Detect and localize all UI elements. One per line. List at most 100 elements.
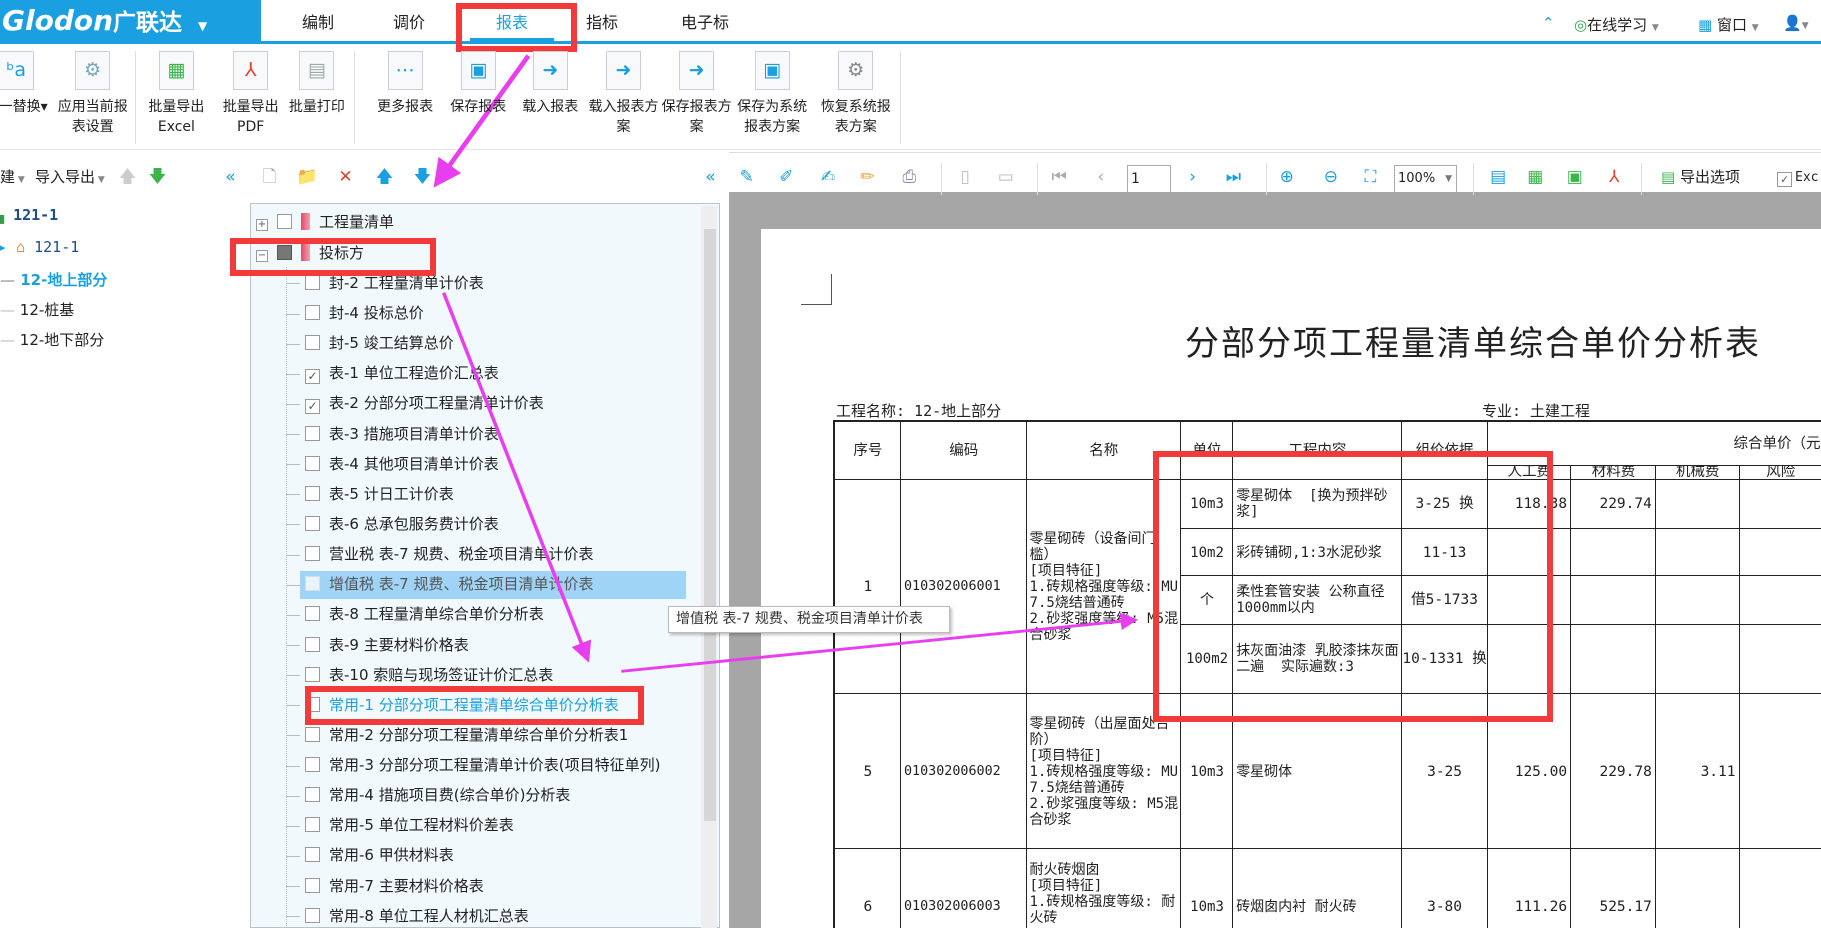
report-item[interactable]: 常用-2 分部分项工程量清单综合单价分析表1 (305, 725, 628, 746)
tree-node-project[interactable]: ▙ 121-1 (0, 206, 58, 224)
tree-node-unit-selected[interactable]: — 12-地上部分 (0, 269, 107, 290)
next-page-icon[interactable]: › (1181, 166, 1204, 189)
report-item[interactable]: 表-6 总承包服务费计价表 (305, 514, 499, 535)
new-report-icon[interactable]: 🗋 (258, 166, 281, 189)
expand-icon[interactable]: + (256, 219, 268, 232)
report-item[interactable]: 常用-5 单位工程材料价差表 (305, 815, 514, 836)
new-folder-icon[interactable]: 📁 (296, 166, 319, 189)
ribbon-button-11[interactable]: ⚙ 恢复系统报表方案 (819, 51, 893, 137)
fit-page-icon[interactable]: ⛶ (1359, 166, 1382, 189)
design-icon[interactable]: ✐ (775, 166, 798, 189)
page-setup-icon[interactable]: ✍ (817, 166, 840, 189)
ribbon-button-4[interactable]: ▤ 批量打印 (280, 51, 354, 117)
ribbon-button-10[interactable]: ▣ 保存为系统报表方案 (735, 51, 809, 137)
report-group[interactable]: + 工程量清单 (256, 212, 394, 233)
report-item[interactable]: 常用-3 分部分项工程量清单计价表(项目特征单列) (305, 755, 660, 776)
report-item[interactable]: 封-4 投标总价 (305, 303, 424, 324)
ribbon-button-5[interactable]: ⋯ 更多报表 (368, 51, 442, 117)
checkbox[interactable] (305, 305, 320, 320)
zoom-select[interactable]: 100% ▼ (1394, 165, 1457, 193)
tab-e-bid[interactable]: 电子标 (681, 0, 729, 42)
tree-node-unit[interactable]: — 12-地下部分 (0, 329, 104, 350)
report-item[interactable]: ✓ 表-2 分部分项工程量清单计价表 (305, 393, 544, 415)
ribbon-button-1[interactable]: ⚙ 应用当前报表设置 (56, 51, 130, 137)
checkbox[interactable] (305, 576, 320, 592)
report-item[interactable]: 封-2 工程量清单计价表 (305, 273, 484, 294)
checkbox[interactable] (305, 515, 320, 531)
ribbon-button-3[interactable]: ⅄ 批量导出 PDF (214, 51, 288, 137)
tree-node-unit[interactable]: — 12-桩基 (0, 299, 74, 320)
last-page-icon[interactable]: ⏭ (1222, 166, 1245, 189)
checkbox[interactable] (305, 274, 320, 290)
checkbox[interactable] (277, 214, 292, 230)
ribbon-button-2[interactable]: ▦ 批量导出 Excel (139, 51, 213, 137)
report-item[interactable]: 常用-7 主要材料价格表 (305, 876, 484, 897)
collapse-left-panel-icon[interactable]: « (219, 166, 242, 189)
import-export-menu-button[interactable]: 导入导出 ▼ (35, 166, 105, 189)
move-up-icon[interactable]: 🡅 (116, 166, 139, 189)
ribbon-button-6[interactable]: ▣ 保存报表 (441, 51, 515, 117)
user-icon[interactable]: 👤▼ (1783, 14, 1809, 32)
collapse-ribbon-icon[interactable]: ⌃ (1542, 14, 1555, 32)
move-down-icon[interactable]: 🡇 (146, 166, 169, 189)
report-item[interactable]: 表-5 计日工计价表 (305, 484, 454, 505)
first-page-icon[interactable]: ⏮ (1048, 166, 1071, 189)
checkbox[interactable]: ✓ (305, 399, 320, 415)
tab-indicators[interactable]: 指标 (586, 0, 618, 42)
move-down-icon[interactable]: 🡇 (411, 166, 434, 189)
scrollbar-thumb[interactable] (704, 229, 716, 821)
checkbox[interactable] (305, 877, 320, 893)
report-item[interactable]: 封-5 竣工结算总价 (305, 333, 454, 354)
checkbox[interactable] (305, 787, 320, 803)
ribbon-button-7[interactable]: ➜ 载入报表 (513, 51, 587, 117)
ribbon-button-9[interactable]: ➜ 保存报表方案 (660, 51, 734, 137)
export-pdf-icon[interactable]: ⅄ (1603, 166, 1626, 189)
checkbox[interactable] (305, 546, 320, 562)
online-learning-button[interactable]: ◎在线学习 ▼ (1574, 14, 1659, 35)
delete-icon[interactable]: ✕ (334, 166, 357, 189)
checkbox[interactable] (305, 726, 320, 742)
report-item[interactable]: 营业税 表-7 规费、税金项目清单计价表 (305, 544, 594, 565)
export-excel-icon[interactable]: ▤ (1487, 166, 1510, 189)
export-word-icon[interactable]: ▣ (1563, 166, 1586, 189)
tab-edit[interactable]: 编制 (302, 0, 334, 42)
edit-report-icon[interactable]: ✏ (856, 166, 879, 189)
checkbox[interactable] (305, 847, 320, 863)
tree-node-building[interactable]: ▸ ⌂ 121-1 (0, 238, 79, 256)
report-item[interactable]: 常用-6 甲供材料表 (305, 845, 454, 866)
collapse-report-panel-icon[interactable]: « (699, 166, 722, 189)
page-number-input[interactable]: 1 (1127, 165, 1171, 193)
new-menu-button[interactable]: 建 ▼ (0, 166, 25, 189)
checkbox[interactable] (305, 817, 320, 833)
report-item[interactable]: 表-9 主要材料价格表 (305, 635, 469, 656)
checkbox[interactable] (305, 335, 320, 351)
zoom-out-icon[interactable]: ⊖ (1319, 166, 1342, 189)
print-icon[interactable]: ⎙ (898, 166, 921, 189)
report-item[interactable]: 常用-4 措施项目费(综合单价)分析表 (305, 785, 570, 806)
export-options-button[interactable]: ▤ 导出选项 (1661, 166, 1740, 189)
single-page-icon[interactable]: ▯ (954, 166, 977, 189)
checkbox[interactable] (305, 425, 320, 441)
report-item[interactable]: ✓ 表-1 单位工程造价汇总表 (305, 363, 499, 385)
report-item[interactable]: 表-4 其他项目清单计价表 (305, 454, 499, 475)
checkbox[interactable] (305, 455, 320, 471)
checkbox[interactable] (305, 666, 320, 682)
report-item[interactable]: 表-3 措施项目清单计价表 (305, 424, 499, 445)
checkbox[interactable] (305, 606, 320, 622)
checkbox[interactable] (305, 636, 320, 652)
multi-page-icon[interactable]: ▭ (994, 166, 1017, 189)
excel-checkbox[interactable]: ✓ Exc (1777, 166, 1818, 189)
window-menu-button[interactable]: ▦ 窗口 ▼ (1698, 14, 1759, 35)
checkbox[interactable] (305, 757, 320, 773)
report-item[interactable]: 表-8 工程量清单综合单价分析表 (305, 604, 544, 625)
report-item[interactable]: 表-10 索赔与现场签证计价汇总表 (305, 665, 553, 686)
checkbox[interactable]: ✓ (1777, 172, 1792, 187)
tab-price-adjust[interactable]: 调价 (393, 0, 425, 42)
report-item[interactable]: 常用-8 单位工程人材机汇总表 (305, 906, 529, 927)
ribbon-button-0[interactable]: ᵇa 统一替换▾ (0, 51, 53, 117)
ribbon-button-8[interactable]: ➜ 载入报表方案 (587, 51, 661, 137)
prev-page-icon[interactable]: ‹ (1089, 166, 1112, 189)
move-up-icon[interactable]: 🡅 (373, 166, 396, 189)
app-logo-menu[interactable]: Glodon广联达 ▼ (0, 0, 261, 42)
checkbox[interactable] (305, 485, 320, 501)
